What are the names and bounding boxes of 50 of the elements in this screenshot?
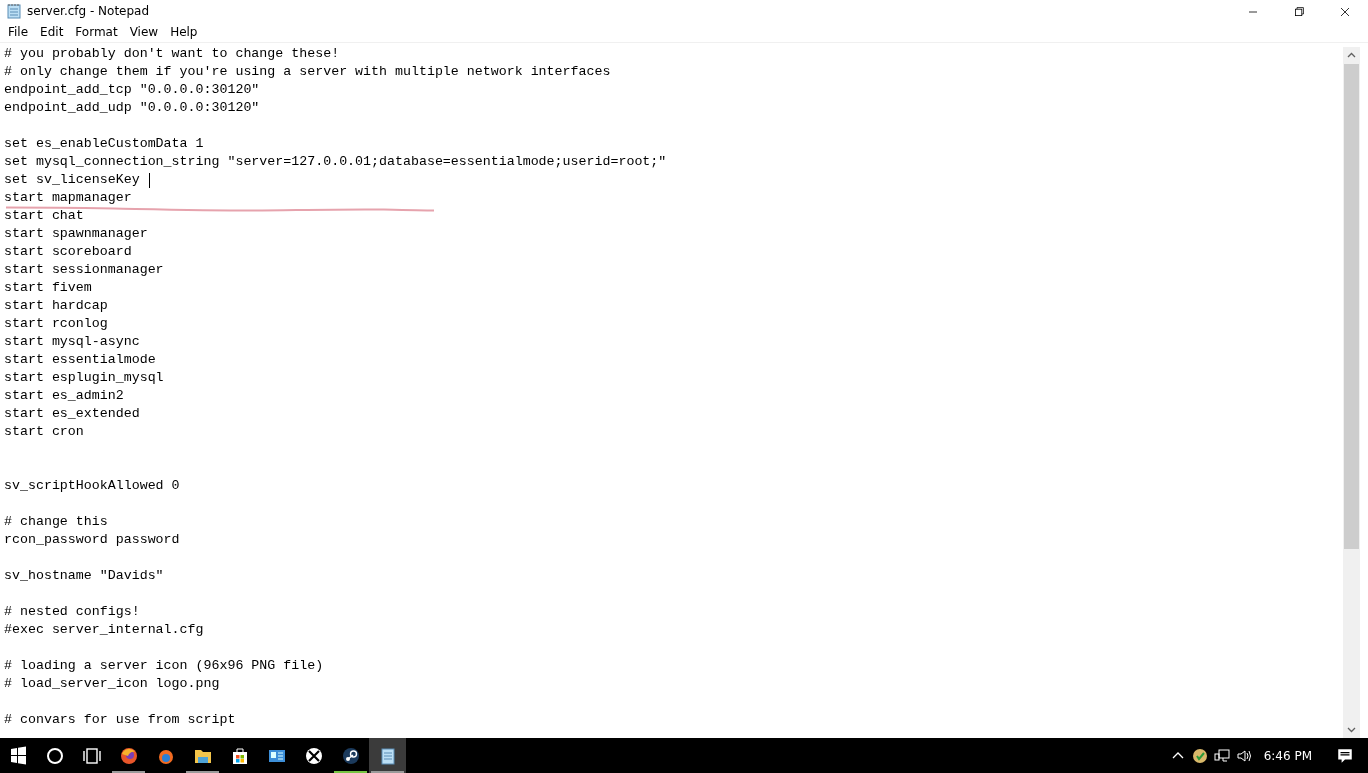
notification-icon[interactable] bbox=[1336, 746, 1354, 765]
clock[interactable]: 6:46 PM bbox=[1263, 748, 1312, 763]
code-line: # change this bbox=[4, 513, 108, 531]
task-view-icon bbox=[81, 745, 102, 766]
code-line: set mysql_connection_string "server=127.0.0.01;database=essentialmode;userid=root;" bbox=[4, 153, 667, 171]
code-line: start mapmanager bbox=[4, 189, 132, 207]
code-line: start spawnmanager bbox=[4, 225, 148, 243]
code-line: start mysql-async bbox=[4, 333, 140, 351]
xbox-icon bbox=[303, 745, 324, 766]
steam-icon bbox=[340, 745, 361, 766]
app-tray-icon[interactable] bbox=[1191, 747, 1208, 764]
code-line: start hardcap bbox=[4, 297, 108, 315]
code-line: start fivem bbox=[4, 279, 92, 297]
code-line: sv_scriptHookAllowed 0 bbox=[4, 477, 180, 495]
code-line: # loading a server icon (96x96 PNG file) bbox=[4, 657, 324, 675]
code-line: start esplugin_mysql bbox=[4, 369, 164, 387]
menu-item[interactable]: File bbox=[2, 25, 35, 39]
vertical-scrollbar[interactable] bbox=[1343, 47, 1360, 738]
menu-item[interactable]: Help bbox=[164, 25, 204, 39]
code-line: set es_enableCustomData 1 bbox=[4, 135, 204, 153]
code-line: start essentialmode bbox=[4, 351, 156, 369]
code-line: set sv_licenseKey bbox=[4, 171, 140, 189]
code-line: start cron bbox=[4, 423, 84, 441]
notepad-icon bbox=[6, 3, 22, 19]
code-line: # you probably don't want to change these! bbox=[4, 45, 340, 63]
menu-item[interactable]: View bbox=[123, 25, 165, 39]
code-line: # nested configs! bbox=[4, 603, 140, 621]
scrollbar-thumb[interactable] bbox=[1344, 64, 1359, 549]
window-title: server.cfg - Notepad bbox=[27, 4, 150, 18]
browser-icon bbox=[118, 745, 139, 766]
speaker-icon[interactable] bbox=[1235, 747, 1252, 764]
taskbar-button[interactable] bbox=[369, 738, 406, 773]
menu-item[interactable]: Format bbox=[69, 25, 124, 39]
search-icon bbox=[44, 745, 65, 766]
code-line: start sessionmanager bbox=[4, 261, 164, 279]
code-line: # only change them if you're using a server with multiple network interfaces bbox=[4, 63, 611, 81]
code-line: start rconlog bbox=[4, 315, 108, 333]
code-line: rcon_password password bbox=[4, 531, 180, 549]
code-line: endpoint_add_udp "0.0.0.0:30120" bbox=[4, 99, 260, 117]
code-line: start chat bbox=[4, 207, 84, 225]
code-line: # convars for use from script bbox=[4, 711, 236, 729]
code-line: #exec server_internal.cfg bbox=[4, 621, 204, 639]
network-icon[interactable] bbox=[1213, 747, 1230, 764]
menu-item[interactable]: Edit bbox=[34, 25, 70, 39]
code-line: endpoint_add_tcp "0.0.0.0:30120" bbox=[4, 81, 260, 99]
code-line: start es_extended bbox=[4, 405, 140, 423]
code-line: start es_admin2 bbox=[4, 387, 124, 405]
code-line: start scoreboard bbox=[4, 243, 132, 261]
code-line: sv_hostname "Davids" bbox=[4, 567, 164, 585]
code-line: # load_server_icon logo.png bbox=[4, 675, 220, 693]
